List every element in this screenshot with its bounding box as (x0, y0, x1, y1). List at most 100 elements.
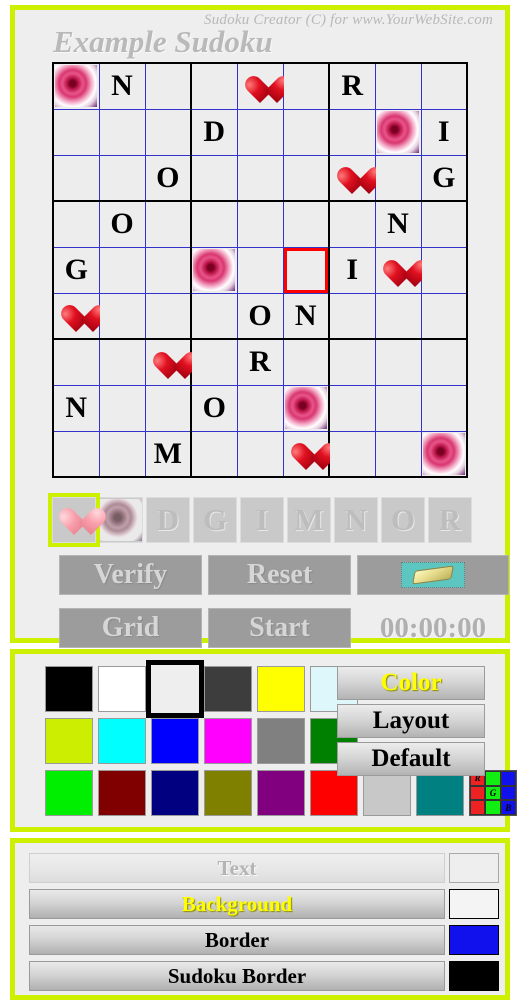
sudoku-cell[interactable] (282, 246, 330, 294)
border-color-swatch[interactable] (449, 925, 499, 955)
palette-rose[interactable] (99, 497, 143, 543)
color-swatch[interactable] (45, 666, 93, 712)
sudoku-cell[interactable] (52, 200, 100, 248)
sudoku-cell[interactable]: N (52, 384, 100, 432)
sudoku-cell[interactable] (98, 246, 146, 294)
sudoku-cell[interactable] (236, 246, 284, 294)
sudoku-cell[interactable] (98, 384, 146, 432)
palette-o[interactable]: O (381, 497, 425, 543)
sudoku-cell[interactable] (282, 200, 330, 248)
grid-button[interactable]: Grid (59, 608, 202, 648)
sudoku-cell[interactable] (420, 384, 468, 432)
palette-heart[interactable] (48, 493, 100, 547)
sudoku-cell[interactable] (328, 384, 376, 432)
sudoku-cell[interactable]: M (144, 430, 192, 478)
sudoku-cell[interactable] (190, 338, 238, 386)
background-color-button[interactable]: Background (29, 889, 445, 919)
palette-d[interactable]: D (146, 497, 190, 543)
text-color-swatch[interactable] (449, 853, 499, 883)
color-swatch[interactable] (45, 718, 93, 764)
sudoku-cell[interactable] (374, 292, 422, 340)
sudoku-cell[interactable] (236, 200, 284, 248)
start-button[interactable]: Start (208, 608, 351, 648)
sudoku-cell[interactable] (328, 430, 376, 478)
sudoku-cell[interactable]: G (420, 154, 468, 202)
sudoku-cell[interactable] (98, 292, 146, 340)
sudoku-cell[interactable] (52, 62, 100, 110)
sudoku-cell[interactable]: I (420, 108, 468, 156)
palette-n[interactable]: N (334, 497, 378, 543)
sudoku-cell[interactable]: N (98, 62, 146, 110)
sudoku-cell[interactable] (52, 154, 100, 202)
color-swatch[interactable] (257, 666, 305, 712)
sudoku-cell[interactable]: R (328, 62, 376, 110)
color-swatch[interactable] (204, 718, 252, 764)
sudoku-cell[interactable] (52, 430, 100, 478)
sudoku-cell[interactable] (190, 154, 238, 202)
sudoku-cell[interactable] (98, 154, 146, 202)
verify-button[interactable]: Verify (59, 555, 202, 595)
sudoku-border-color-button[interactable]: Sudoku Border (29, 961, 445, 991)
sudoku-cell[interactable]: R (236, 338, 284, 386)
sudoku-cell[interactable]: N (374, 200, 422, 248)
palette-r[interactable]: R (428, 497, 472, 543)
default-button[interactable]: Default (337, 742, 485, 776)
sudoku-cell[interactable] (328, 108, 376, 156)
palette-g[interactable]: G (193, 497, 237, 543)
sudoku-cell[interactable] (144, 292, 192, 340)
sudoku-cell[interactable] (144, 200, 192, 248)
sudoku-cell[interactable] (236, 62, 284, 110)
letter-palette[interactable]: DGIMNOR (48, 493, 472, 547)
sudoku-cell[interactable] (236, 430, 284, 478)
color-swatch[interactable] (151, 770, 199, 816)
palette-i[interactable]: I (240, 497, 284, 543)
sudoku-cell[interactable] (144, 62, 192, 110)
sudoku-cell[interactable] (144, 108, 192, 156)
color-swatch[interactable] (204, 770, 252, 816)
sudoku-cell[interactable] (420, 62, 468, 110)
sudoku-cell[interactable] (420, 200, 468, 248)
sudoku-cell[interactable] (282, 430, 330, 478)
color-swatch[interactable] (98, 666, 146, 712)
sudoku-cell[interactable] (282, 62, 330, 110)
sudoku-cell[interactable] (98, 338, 146, 386)
sudoku-cell[interactable] (190, 430, 238, 478)
sudoku-cell[interactable]: G (52, 246, 100, 294)
color-mode-button[interactable]: Color (337, 666, 485, 700)
sudoku-cell[interactable] (236, 108, 284, 156)
sudoku-cell[interactable] (328, 200, 376, 248)
sudoku-cell[interactable] (236, 154, 284, 202)
sudoku-cell[interactable] (98, 108, 146, 156)
sudoku-cell[interactable] (52, 108, 100, 156)
sudoku-cell[interactable] (374, 338, 422, 386)
sudoku-border-color-swatch[interactable] (449, 961, 499, 991)
sudoku-cell[interactable]: O (144, 154, 192, 202)
sudoku-cell[interactable] (190, 200, 238, 248)
sudoku-cell[interactable] (374, 62, 422, 110)
border-color-button[interactable]: Border (29, 925, 445, 955)
sudoku-cell[interactable] (374, 246, 422, 294)
sudoku-cell[interactable] (420, 338, 468, 386)
layout-mode-button[interactable]: Layout (337, 704, 485, 738)
sudoku-cell[interactable]: N (282, 292, 330, 340)
color-swatch[interactable] (151, 718, 199, 764)
sudoku-cell[interactable] (282, 108, 330, 156)
sudoku-cell[interactable] (144, 338, 192, 386)
sudoku-cell[interactable] (374, 154, 422, 202)
sudoku-cell[interactable] (374, 108, 422, 156)
color-swatch[interactable] (98, 770, 146, 816)
sudoku-cell[interactable] (144, 384, 192, 432)
palette-m[interactable]: M (287, 497, 331, 543)
sudoku-cell[interactable] (420, 246, 468, 294)
sudoku-cell[interactable]: O (236, 292, 284, 340)
color-swatch[interactable] (257, 718, 305, 764)
color-swatch[interactable] (204, 666, 252, 712)
sudoku-cell[interactable] (52, 292, 100, 340)
sudoku-cell[interactable]: O (190, 384, 238, 432)
sudoku-cell[interactable] (282, 384, 330, 432)
sudoku-cell[interactable] (282, 338, 330, 386)
sudoku-cell[interactable] (374, 430, 422, 478)
text-color-button[interactable]: Text (29, 853, 445, 883)
sudoku-cell[interactable] (328, 292, 376, 340)
sudoku-cell[interactable]: O (98, 200, 146, 248)
